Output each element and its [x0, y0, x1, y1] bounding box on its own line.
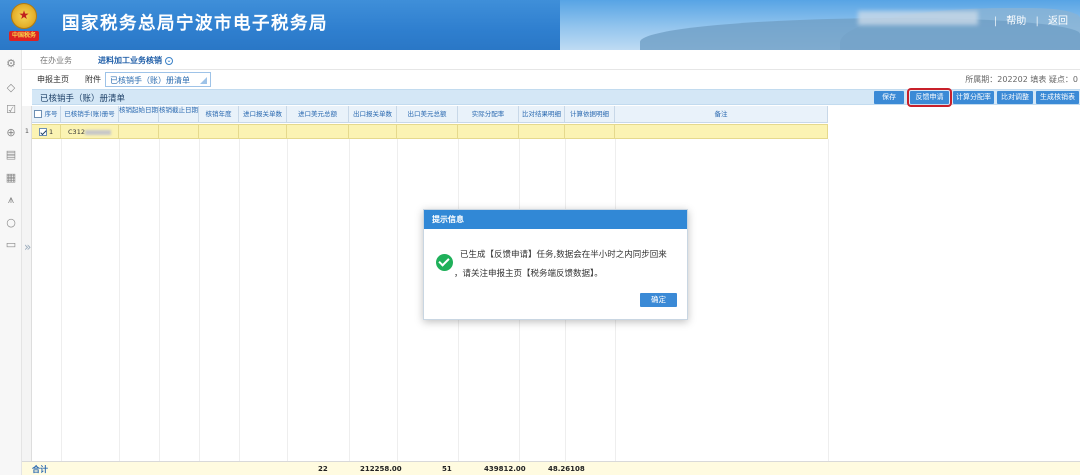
- site-title: 国家税务总局宁波市电子税务局: [62, 14, 328, 34]
- generate-verification-button[interactable]: 生成核销表: [1036, 91, 1079, 104]
- tab-processing-verification-label: 进料加工业务核销: [98, 56, 162, 65]
- save-button[interactable]: 保存: [874, 91, 904, 104]
- confirm-button[interactable]: 确定: [640, 293, 677, 307]
- tab-declaration-home[interactable]: 申报主页: [37, 74, 69, 85]
- table-cell[interactable]: [119, 125, 159, 139]
- back-link[interactable]: 返回: [1048, 16, 1068, 27]
- search-doc-icon[interactable]: ⊕: [5, 127, 17, 139]
- table-cell[interactable]: [239, 125, 287, 139]
- compare-adjust-button[interactable]: 比对调整: [997, 91, 1033, 104]
- totals-label: 合计: [32, 465, 48, 474]
- redacted-text: [84, 129, 111, 135]
- col-header[interactable]: 计算依据明细: [565, 106, 615, 123]
- col-header[interactable]: 进口美元总额: [287, 106, 349, 123]
- expand-sidebar-icon[interactable]: »: [24, 240, 36, 254]
- table-cell[interactable]: [349, 125, 397, 139]
- col-header[interactable]: 核销截止日期: [159, 106, 199, 123]
- business-tabs: 在办业务 进料加工业务核销 ⌄: [22, 50, 1080, 70]
- select-all-header[interactable]: 序号: [32, 106, 61, 123]
- table-cell[interactable]: [519, 125, 565, 139]
- dialog-title: 提示信息: [424, 210, 687, 229]
- site-header: ★ 中国税务 国家税务总局宁波市电子税务局 | 帮助 | 返回: [0, 0, 1080, 50]
- col-header[interactable]: 出口报关单数: [349, 106, 397, 123]
- emblem-ribbon: 中国税务: [9, 31, 39, 41]
- form-icon[interactable]: ▤: [5, 149, 17, 161]
- dialog-message-line1: 已生成【反馈申请】任务,数据会在半小时之内同步回来: [460, 250, 667, 260]
- period-info: 所属期：202202 填表 疑点：0: [965, 75, 1078, 84]
- col-header[interactable]: 核销起始日期: [119, 106, 159, 123]
- row-number: 1: [24, 127, 30, 135]
- table-cell[interactable]: [565, 125, 615, 139]
- grid-toolbar: 已核销手（账）册清单 保存 反馈申请 计算分配率 比对调整 生成核销表: [32, 88, 1080, 107]
- tax-emblem-logo: ★ 中国税务: [7, 3, 41, 43]
- col-header[interactable]: 备注: [615, 106, 828, 123]
- table-row[interactable]: 1 C312: [32, 124, 828, 139]
- left-icon-rail: ⚙ ◇ ☑ ⊕ ▤ ▦ ⩚ ○ ▭: [0, 50, 22, 475]
- tab-verified-books-label: 已核销手（账）册清单: [110, 76, 190, 85]
- feedback-request-button[interactable]: 反馈申请: [907, 88, 952, 107]
- table-cell[interactable]: [458, 125, 519, 139]
- table-cell[interactable]: [615, 125, 828, 139]
- search-icon[interactable]: ○: [5, 217, 17, 229]
- corner-marker-icon: [200, 77, 207, 84]
- book-no-cell[interactable]: C312: [61, 125, 119, 139]
- table-cell[interactable]: [199, 125, 239, 139]
- book-no-value: C312: [68, 128, 85, 136]
- table-cell[interactable]: [159, 125, 199, 139]
- col-header[interactable]: 进口报关单数: [239, 106, 287, 123]
- table-cell[interactable]: [287, 125, 349, 139]
- table-cell[interactable]: [397, 125, 458, 139]
- total-import-declarations: 22: [318, 465, 328, 473]
- star-icon: ★: [18, 8, 30, 22]
- info-dialog: 提示信息 已生成【反馈申请】任务,数据会在半小时之内同步回来 ，请关注申报主页【…: [423, 209, 688, 320]
- row-seq: 1: [48, 128, 54, 136]
- row-checkbox[interactable]: [38, 128, 47, 136]
- col-header[interactable]: 出口美元总额: [397, 106, 458, 123]
- col-header[interactable]: 已核销手(账)册号: [61, 106, 119, 123]
- tab-verified-books[interactable]: 已核销手（账）册清单: [105, 72, 211, 87]
- success-check-icon: [436, 254, 453, 271]
- total-export-declarations: 51: [442, 465, 452, 473]
- tab-in-progress[interactable]: 在办业务: [40, 55, 72, 66]
- top-links: | 帮助 | 返回: [993, 16, 1068, 27]
- help-link[interactable]: 帮助: [1006, 16, 1026, 27]
- dialog-message-line2: ，请关注申报主页【税务端反馈数据】。: [454, 269, 603, 279]
- grid-title: 已核销手（账）册清单: [40, 94, 126, 104]
- select-all-checkbox[interactable]: [34, 110, 43, 118]
- tab-attachment[interactable]: 附件: [85, 74, 101, 85]
- total-export-usd: 439812.00: [484, 465, 526, 473]
- col-header[interactable]: 比对结果明细: [519, 106, 565, 123]
- clipboard-check-icon[interactable]: ☑: [5, 104, 17, 116]
- tab-processing-verification[interactable]: 进料加工业务核销 ⌄: [98, 55, 173, 66]
- col-header[interactable]: 实际分配率: [458, 106, 519, 123]
- allocation-rate: 48.26108: [548, 465, 585, 473]
- sub-tabs: 申报主页 附件 已核销手（账）册清单 所属期：202202 填表 疑点：0: [22, 70, 1080, 88]
- col-header[interactable]: 序号: [45, 110, 58, 118]
- row-select-cell[interactable]: 1: [32, 125, 61, 139]
- row-number-gutter: 1: [22, 106, 32, 461]
- chart-icon[interactable]: ⩚: [5, 194, 17, 206]
- totals-row: 合计 22 212258.00 51 439812.00 48.26108: [22, 461, 1080, 475]
- col-header[interactable]: 核销年度: [199, 106, 239, 123]
- close-circle-icon[interactable]: ⌄: [165, 56, 173, 65]
- calc-allocation-button[interactable]: 计算分配率: [953, 91, 994, 104]
- shield-icon[interactable]: ◇: [5, 82, 17, 94]
- message-icon[interactable]: ▭: [5, 239, 17, 251]
- gear-icon[interactable]: ⚙: [5, 58, 17, 70]
- blurred-username: [858, 11, 978, 25]
- total-import-usd: 212258.00: [360, 465, 402, 473]
- calendar-icon[interactable]: ▦: [5, 172, 17, 184]
